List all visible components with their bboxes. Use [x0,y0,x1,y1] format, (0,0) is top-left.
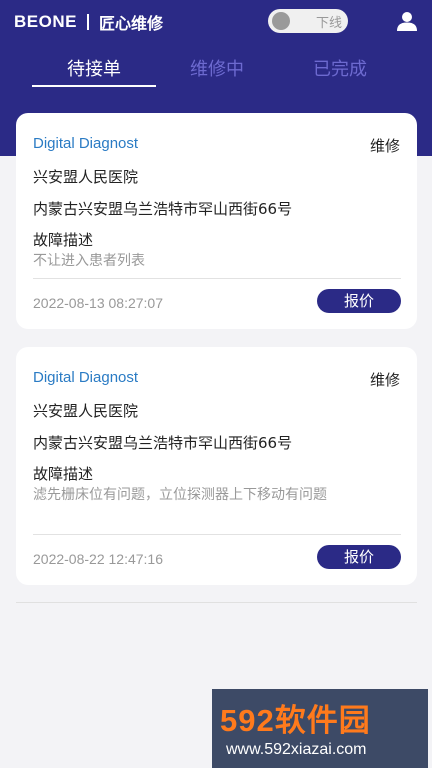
quote-button[interactable]: 报价 [317,545,401,569]
tab-completed[interactable]: 已完成 [292,54,388,86]
order-type: 维修 [369,137,400,155]
hospital-name: 兴安盟人民医院 [33,168,139,186]
hospital-name: 兴安盟人民医院 [33,402,139,420]
brand: BEONE 匠心维修 [14,9,163,35]
hospital-address: 内蒙古兴安盟乌兰浩特市罕山西街66号 [33,200,293,218]
brand-logo: BEONE [14,12,77,31]
card-divider [33,278,401,279]
device-name: Digital Diagnost [33,135,139,152]
fault-label: 故障描述 [33,465,94,483]
order-card[interactable]: Digital Diagnost 维修 兴安盟人民医院 内蒙古兴安盟乌兰浩特市罕… [16,347,417,585]
tab-pending[interactable]: 待接单 [32,54,156,86]
list-end-divider [16,602,417,603]
order-time: 2022-08-13 08:27:07 [33,295,163,311]
online-toggle[interactable]: 下线 [268,9,348,33]
fault-description: 不让进入患者列表 [33,253,145,269]
watermark-url: www.592xiazai.com [226,741,367,758]
toggle-knob [272,12,290,30]
order-card[interactable]: Digital Diagnost 维修 兴安盟人民医院 内蒙古兴安盟乌兰浩特市罕… [16,113,417,329]
tab-in-repair[interactable]: 维修中 [170,54,264,86]
watermark: 592软件园 www.592xiazai.com [212,689,428,768]
fault-label: 故障描述 [33,231,94,249]
order-time: 2022-08-22 12:47:16 [33,551,163,567]
status-tabs: 待接单 维修中 已完成 [0,54,432,90]
active-tab-underline [32,85,156,87]
quote-button[interactable]: 报价 [317,289,401,313]
user-icon[interactable] [396,10,418,32]
watermark-title: 592软件园 [220,703,371,738]
brand-subtitle: 匠心维修 [98,14,163,33]
top-bar: BEONE 匠心维修 下线 [0,0,432,44]
brand-separator [86,14,89,30]
device-name: Digital Diagnost [33,369,139,386]
toggle-label: 下线 [315,16,342,31]
fault-description: 滤先栅床位有问题，立位探测器上下移动有问题 [33,487,327,503]
hospital-address: 内蒙古兴安盟乌兰浩特市罕山西街66号 [33,434,293,452]
card-divider [33,534,401,535]
order-type: 维修 [369,371,400,389]
